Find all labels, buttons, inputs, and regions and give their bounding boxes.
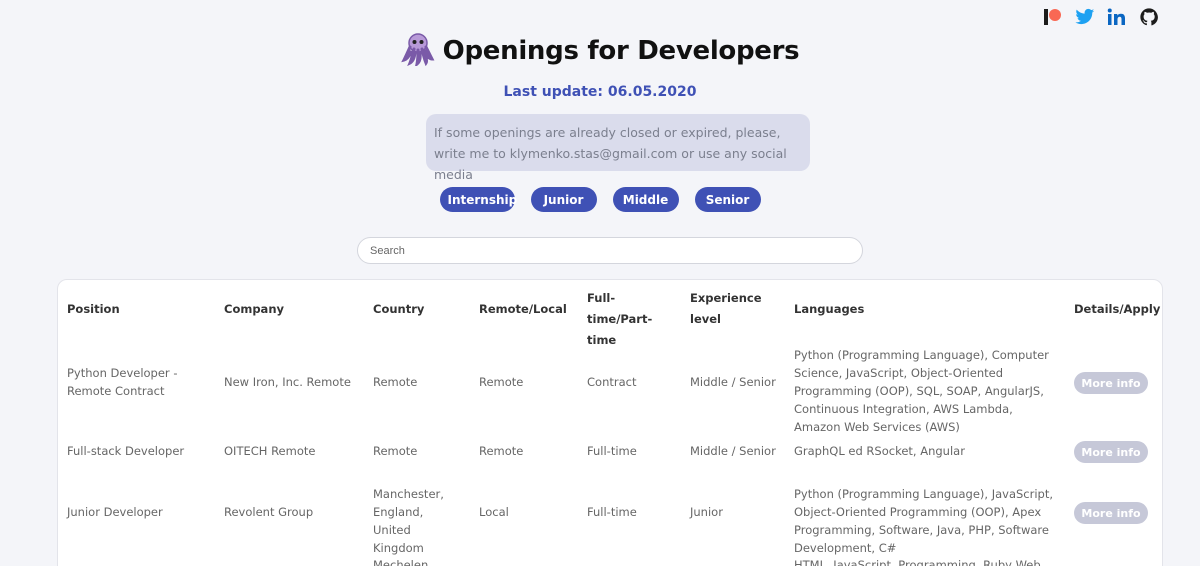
header-experience[interactable]: Experience level	[690, 288, 764, 330]
cell-languages: GraphQL ed RSocket, Angular	[794, 444, 965, 458]
cell-company: New Iron, Inc. Remote	[224, 375, 351, 389]
octopus-icon	[400, 32, 435, 70]
patreon-icon[interactable]	[1042, 6, 1064, 28]
more-info-button[interactable]: More info	[1074, 441, 1148, 463]
page-title: Openings for Developers	[442, 36, 800, 66]
header-position[interactable]: Position	[67, 299, 120, 320]
cell-country: Manchester, England, United Kingdom	[373, 487, 444, 555]
header-remote[interactable]: Remote/Local	[479, 299, 567, 320]
cell-remote: Remote	[479, 375, 524, 389]
page-header: Openings for Developers	[0, 32, 1200, 70]
search-input[interactable]	[357, 237, 863, 264]
social-links	[1042, 6, 1160, 28]
cell-country: Mechelen,	[373, 558, 432, 566]
filter-junior-button[interactable]: Junior	[530, 187, 597, 212]
more-info-button[interactable]: More info	[1074, 502, 1148, 524]
cell-company: OITECH Remote	[224, 444, 316, 458]
header-fulltime[interactable]: Full-time/Part-time	[587, 288, 679, 351]
cell-country: Remote	[373, 375, 418, 389]
linkedin-icon[interactable]	[1106, 6, 1128, 28]
level-filters: Internship Junior Middle Senior	[0, 187, 1200, 212]
twitter-icon[interactable]	[1074, 6, 1096, 28]
filter-senior-button[interactable]: Senior	[694, 187, 761, 212]
cell-type: Full-time	[587, 444, 637, 458]
header-country[interactable]: Country	[373, 299, 424, 320]
header-languages[interactable]: Languages	[794, 299, 864, 320]
cell-level: Middle / Senior	[690, 375, 776, 389]
header-company[interactable]: Company	[224, 299, 284, 320]
header-details[interactable]: Details/Apply	[1074, 299, 1160, 320]
filter-internship-button[interactable]: Internship	[439, 187, 517, 212]
cell-remote: Local	[479, 505, 509, 519]
notice-box: If some openings are already closed or e…	[426, 114, 810, 182]
cell-remote: Remote	[479, 444, 524, 458]
cell-level: Middle / Senior	[690, 444, 776, 458]
cell-position: Python Developer - Remote Contract	[67, 366, 178, 398]
cell-level: Junior	[690, 505, 723, 519]
cell-company: Revolent Group	[224, 505, 314, 519]
cell-type: Full-time	[587, 505, 637, 519]
github-icon[interactable]	[1138, 6, 1160, 28]
more-info-button[interactable]: More info	[1074, 372, 1148, 394]
last-update: Last update: 06.05.2020	[503, 84, 697, 100]
cell-languages: Python (Programming Language), JavaScrip…	[794, 487, 1054, 555]
cell-position: Full-stack Developer	[67, 444, 185, 458]
openings-table: Position Company Country Remote/Local Fu…	[57, 279, 1163, 566]
cell-languages: Python (Programming Language), Computer …	[794, 348, 1049, 434]
cell-languages: HTML, JavaScript, Programming, Ruby Web	[794, 558, 1041, 566]
filter-middle-button[interactable]: Middle	[612, 187, 679, 212]
cell-country: Remote	[373, 444, 418, 458]
cell-type: Contract	[587, 375, 637, 389]
cell-position: Junior Developer	[67, 505, 163, 519]
